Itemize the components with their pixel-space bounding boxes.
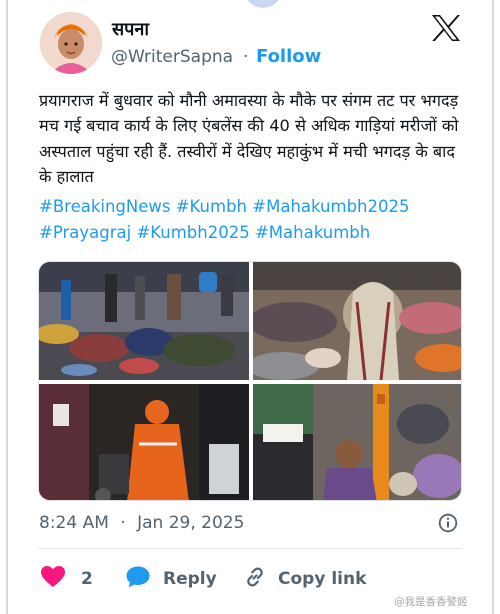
hashtag-list: #BreakingNews #Kumbh #Mahakumbh2025 #Pra…	[39, 194, 459, 246]
hashtag[interactable]: #Kumbh2025	[136, 223, 255, 242]
user-handle[interactable]: @WriterSapna	[111, 47, 233, 67]
divider	[38, 548, 462, 549]
follow-button[interactable]: Follow	[256, 46, 321, 67]
display-name[interactable]: सपना	[112, 17, 149, 41]
like-count: 2	[81, 569, 93, 589]
photo-blankets[interactable]	[253, 262, 461, 380]
speech-bubble-icon	[125, 565, 151, 593]
tweet-date: Jan 29, 2025	[137, 513, 245, 533]
photo-rescue-workers[interactable]	[39, 384, 249, 500]
tweet-timestamp[interactable]: 8:24 AM · Jan 29, 2025	[39, 513, 250, 533]
x-logo-icon[interactable]	[431, 14, 461, 42]
like-button[interactable]: 2	[40, 565, 93, 593]
info-icon[interactable]	[438, 513, 458, 533]
tweet-time: 8:24 AM	[39, 513, 109, 533]
hashtag[interactable]: #Prayagraj	[39, 223, 136, 242]
link-icon	[243, 565, 267, 593]
hashtag[interactable]: #BreakingNews	[39, 197, 176, 216]
avatar[interactable]	[40, 12, 102, 74]
handle-separator: ·	[243, 47, 249, 67]
photo-crowd-ground[interactable]	[39, 262, 249, 380]
meta-separator: ·	[114, 513, 132, 533]
copy-link-button[interactable]: Copy link	[243, 565, 366, 593]
reply-label: Reply	[163, 569, 217, 589]
heart-icon	[40, 565, 66, 593]
photo-victims[interactable]	[253, 384, 461, 500]
reply-button[interactable]: Reply	[125, 565, 217, 593]
copy-link-label: Copy link	[278, 569, 367, 589]
media-grid	[38, 261, 462, 501]
hashtag[interactable]: #Kumbh	[176, 197, 253, 216]
hashtag[interactable]: #Mahakumbh2025	[252, 197, 409, 216]
hashtag[interactable]: #Mahakumbh	[255, 223, 370, 242]
tweet-text: प्रयागराज में बुधवार को मौनी अमावस्या के…	[39, 91, 459, 187]
watermark: @我是香香警姬	[394, 596, 468, 608]
